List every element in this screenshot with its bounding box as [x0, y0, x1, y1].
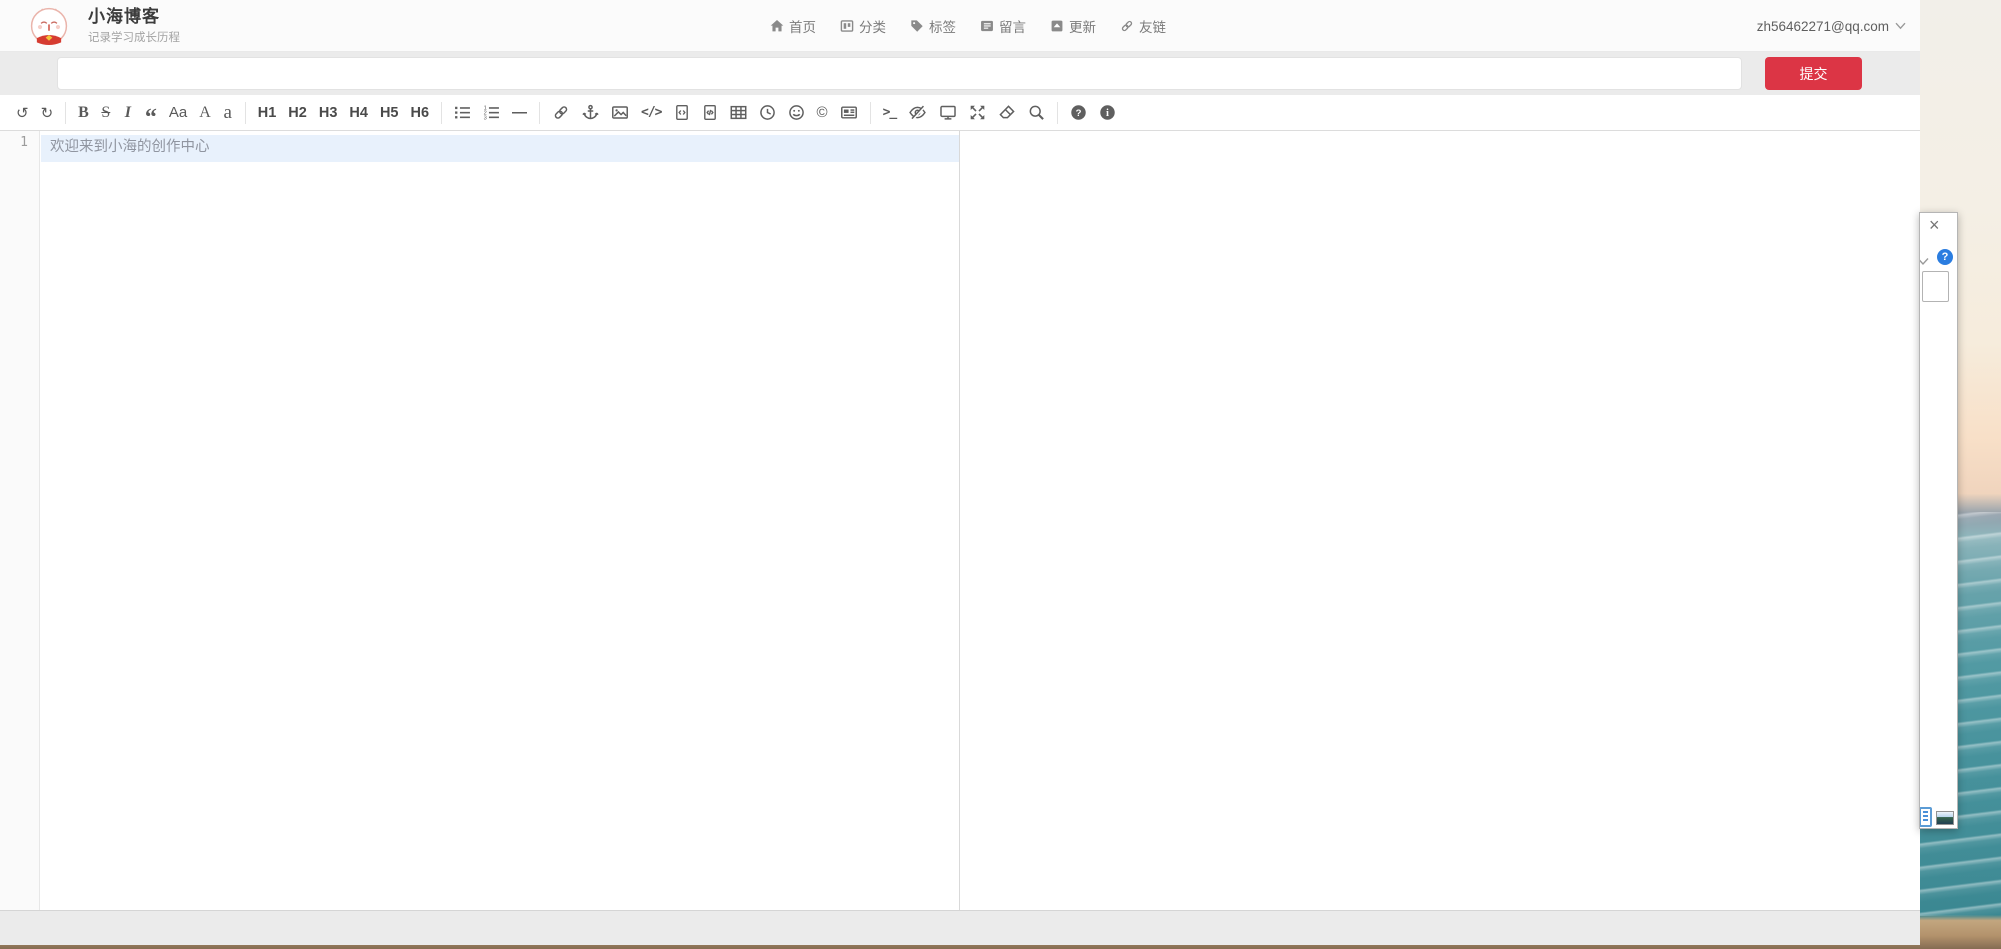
site-header: 小海博客 记录学习成长历程 首页 分类 标签 留言 更新 友链 zh56462271@qq…: [0, 0, 1920, 52]
toolbar-info-button[interactable]: i: [1093, 98, 1122, 128]
markdown-editor: 1 欢迎来到小海的创作中心: [0, 131, 1920, 911]
nav-item-updates[interactable]: 更新: [1050, 16, 1096, 36]
site-title[interactable]: 小海博客: [88, 7, 180, 27]
line-number: 1: [0, 135, 39, 162]
toolbar-lowercase-button[interactable]: a: [217, 98, 239, 128]
toolbar-undo-button[interactable]: ↺: [10, 98, 35, 128]
toolbar-anchor-button[interactable]: [576, 98, 605, 128]
toolbar-link-button[interactable]: [546, 98, 576, 128]
submit-button[interactable]: 提交: [1765, 57, 1862, 90]
list-alt-icon: [980, 19, 994, 33]
toolbar-italic-button[interactable]: I: [117, 98, 139, 128]
close-icon[interactable]: ×: [1929, 215, 1940, 235]
toolbar-separator: [870, 102, 871, 124]
toolbar-quote-button[interactable]: “: [139, 98, 163, 128]
toolbar-h3-button[interactable]: H3: [313, 98, 344, 128]
line-number-gutter: 1: [0, 131, 40, 910]
svg-text:3: 3: [484, 116, 487, 121]
toolbar-redo-button[interactable]: ↻: [35, 98, 60, 128]
toolbar-html-entities-button[interactable]: ©: [811, 98, 834, 128]
toolbar-watch-button[interactable]: [902, 98, 933, 128]
nav-item-label: 标签: [929, 16, 956, 36]
toolbar-pagebreak-button[interactable]: [834, 98, 864, 128]
toolbar-image-button[interactable]: [605, 98, 635, 128]
toolbar-datetime-button[interactable]: [753, 98, 782, 128]
nav-item-comments[interactable]: 留言: [980, 16, 1026, 36]
caret-square-up-icon: [1050, 19, 1064, 33]
browser-viewport: 小海博客 记录学习成长历程 首页 分类 标签 留言 更新 友链 zh56462271@qq…: [0, 0, 2001, 949]
nav-item-label: 友链: [1139, 16, 1166, 36]
image-thumbnail-icon[interactable]: [1936, 811, 1954, 825]
tag-icon: [910, 19, 924, 33]
codemirror-editor-pane[interactable]: 1 欢迎来到小海的创作中心: [0, 131, 960, 910]
chevron-down-icon: [1895, 22, 1906, 30]
nav-item-friend-links[interactable]: 友链: [1120, 16, 1166, 36]
chevron-down-icon[interactable]: [1919, 253, 1929, 271]
site-logo-avatar: [30, 7, 68, 45]
document-list-icon[interactable]: [1919, 807, 1932, 827]
editor-active-line[interactable]: 欢迎来到小海的创作中心: [41, 135, 959, 162]
toolbar-bold-button[interactable]: B: [72, 98, 95, 128]
toolbar-emoji-button[interactable]: [782, 98, 811, 128]
toolbar-separator: [539, 102, 540, 124]
markdown-preview-pane[interactable]: [961, 131, 1920, 910]
toolbar-del-button[interactable]: S: [95, 98, 117, 128]
nav-item-label: 留言: [999, 16, 1026, 36]
toolbar-table-button[interactable]: [724, 98, 753, 128]
toolbar-ucwords-button[interactable]: Aa: [163, 98, 193, 128]
toolbar-fullscreen-button[interactable]: [963, 98, 992, 128]
question-circle-icon[interactable]: ?: [1937, 249, 1953, 265]
toolbar-search-button[interactable]: [1022, 98, 1051, 128]
home-icon: [770, 19, 784, 33]
toolbar-h5-button[interactable]: H5: [374, 98, 405, 128]
editor-toolbar: ↺↻BSI“AaAaH1H2H3H4H5H6123—</>©>_?i: [0, 95, 1920, 131]
toolbar-separator: [245, 102, 246, 124]
post-title-input[interactable]: [57, 57, 1742, 90]
toolbar-separator: [1057, 102, 1058, 124]
floating-side-popup: × ?: [1919, 212, 1958, 829]
toolbar-h2-button[interactable]: H2: [282, 98, 313, 128]
compose-title-bar: 提交: [0, 52, 1920, 95]
nav-item-label: 更新: [1069, 16, 1096, 36]
toolbar-preview-button[interactable]: [933, 98, 963, 128]
toolbar-h1-button[interactable]: H1: [252, 98, 283, 128]
toolbar-separator: [441, 102, 442, 124]
nav-item-label: 分类: [859, 16, 886, 36]
toolbar-list-ul-button[interactable]: [448, 98, 477, 128]
svg-text:?: ?: [1076, 108, 1082, 119]
nav-item-home[interactable]: 首页: [770, 16, 816, 36]
toolbar-help-button[interactable]: ?: [1064, 98, 1093, 128]
toolbar-code-button[interactable]: </>: [635, 98, 667, 128]
toolbar-preformatted-text-button[interactable]: [668, 98, 696, 128]
svg-text:i: i: [1106, 108, 1109, 119]
toolbar-hr-button[interactable]: —: [506, 98, 533, 128]
toolbar-clear-button[interactable]: [992, 98, 1022, 128]
user-email: zh56462271@qq.com: [1757, 19, 1889, 34]
chain-link-icon: [1120, 19, 1134, 33]
nav-item-label: 首页: [789, 16, 816, 36]
brand-text: 小海博客 记录学习成长历程: [88, 7, 180, 45]
main-nav: 首页 分类 标签 留言 更新 友链: [770, 0, 1166, 52]
toolbar-goto-line-button[interactable]: >_: [877, 98, 903, 128]
toolbar-uppercase-button[interactable]: A: [193, 98, 217, 128]
toolbar-separator: [65, 102, 66, 124]
nav-item-categories[interactable]: 分类: [840, 16, 886, 36]
popup-input[interactable]: [1922, 271, 1949, 302]
blog-compose-page: 小海博客 记录学习成长历程 首页 分类 标签 留言 更新 友链 zh56462271@qq…: [0, 0, 1920, 945]
site-subtitle: 记录学习成长历程: [88, 29, 180, 45]
toolbar-h4-button[interactable]: H4: [343, 98, 374, 128]
toolbar-h6-button[interactable]: H6: [404, 98, 435, 128]
footer-background: [0, 911, 1920, 945]
toolbar-code-block-button[interactable]: [696, 98, 724, 128]
toolbar-list-ol-button[interactable]: 123: [477, 98, 506, 128]
nav-item-tags[interactable]: 标签: [910, 16, 956, 36]
columns-icon: [840, 19, 854, 33]
site-brand[interactable]: 小海博客 记录学习成长历程: [30, 7, 180, 45]
user-account-menu[interactable]: zh56462271@qq.com: [1757, 0, 1906, 52]
editor-lines[interactable]: 欢迎来到小海的创作中心: [41, 131, 959, 910]
